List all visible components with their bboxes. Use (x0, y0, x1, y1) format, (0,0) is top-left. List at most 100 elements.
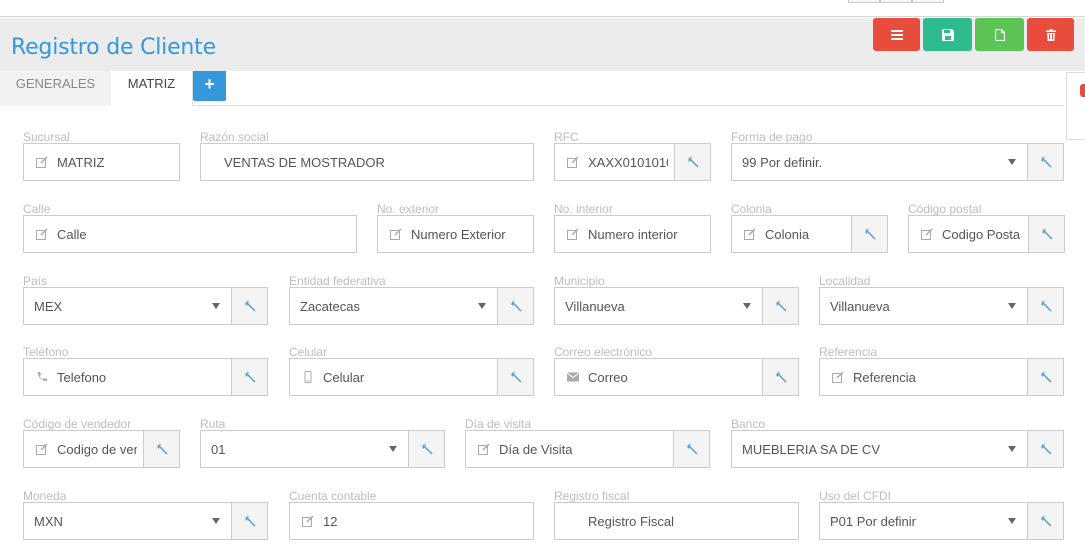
dia-visita-value: Día de Visita (499, 441, 573, 457)
uso-cfdi-select[interactable]: P01 Por definir (819, 502, 1028, 540)
dia-visita-wand-button[interactable] (673, 430, 710, 468)
referencia-input[interactable]: Referencia (819, 358, 1028, 396)
uso-cfdi-value: P01 Por definir (830, 513, 916, 529)
telefono-wand-button[interactable] (231, 358, 268, 396)
field-label: Calle (23, 202, 51, 216)
razon-social-input[interactable]: VENTAS DE MOSTRADOR (200, 143, 534, 181)
moneda-select[interactable]: MXN (23, 502, 232, 540)
registro-fiscal-value: Registro Fiscal (588, 513, 674, 529)
forma-pago-select[interactable]: 99 Por definir. (731, 143, 1028, 181)
telefono-input[interactable]: Telefono (23, 358, 232, 396)
codigo-vendedor-wand-button[interactable] (143, 430, 180, 468)
celular-wand-button[interactable] (497, 358, 534, 396)
forma-pago-wand-button[interactable] (1027, 143, 1064, 181)
field-label: Sucursal (23, 130, 70, 144)
magic-wand-icon (510, 371, 522, 383)
page-title: Registro de Cliente (11, 35, 216, 60)
field-label: Entidad federativa (289, 274, 386, 288)
magic-wand-icon (244, 300, 256, 312)
edit-icon (478, 443, 490, 455)
mobile-icon (302, 371, 314, 383)
colonia-input[interactable]: Colonia (731, 215, 852, 253)
rfc-wand-button[interactable] (674, 143, 711, 181)
municipio-value: Villanueva (565, 298, 625, 314)
entidad-select[interactable]: Zacatecas (289, 287, 498, 325)
pais-value: MEX (34, 298, 63, 314)
magic-wand-icon (1040, 371, 1052, 383)
celular-input[interactable]: Celular (289, 358, 498, 396)
colonia-wand-button[interactable] (851, 215, 888, 253)
tab-matriz[interactable]: MATRIZ (111, 71, 193, 106)
phone-icon (36, 371, 48, 383)
correo-wand-button[interactable] (762, 358, 799, 396)
magic-wand-icon (1040, 515, 1052, 527)
tab-generales[interactable]: GENERALES (0, 71, 111, 106)
localidad-value: Villanueva (830, 298, 890, 314)
ruta-select[interactable]: 01 (200, 430, 409, 468)
magic-wand-icon (421, 443, 433, 455)
cuenta-contable-input[interactable]: 12 (289, 502, 534, 540)
municipio-wand-button[interactable] (762, 287, 799, 325)
field-label: Celular (289, 345, 328, 359)
top-mini-tab[interactable] (848, 0, 880, 3)
field-label: Forma de pago (731, 130, 813, 144)
localidad-wand-button[interactable] (1027, 287, 1064, 325)
no-interior-input[interactable]: Numero interior (554, 215, 711, 253)
magic-wand-icon (1041, 228, 1053, 240)
localidad-select[interactable]: Villanueva (819, 287, 1028, 325)
codigo-postal-input[interactable]: Codigo Postal (908, 215, 1029, 253)
sucursal-input[interactable]: MATRIZ (23, 143, 180, 181)
field-label: Código de vendedor (23, 417, 132, 431)
list-button[interactable] (873, 18, 920, 51)
magic-wand-icon (686, 443, 698, 455)
moneda-wand-button[interactable] (231, 502, 268, 540)
caret-down-icon (1008, 159, 1016, 165)
uso-cfdi-wand-button[interactable] (1027, 502, 1064, 540)
field-label: Uso del CFDI (819, 489, 892, 503)
pais-select[interactable]: MEX (23, 287, 232, 325)
new-document-button[interactable] (975, 18, 1024, 51)
registro-fiscal-input[interactable]: Registro Fiscal (554, 502, 799, 540)
ruta-wand-button[interactable] (408, 430, 445, 468)
entidad-wand-button[interactable] (497, 287, 534, 325)
tab-bar: GENERALES MATRIZ + (0, 71, 1064, 106)
caret-down-icon (1008, 446, 1016, 452)
edit-icon (36, 156, 48, 168)
field-label: Día de visita (465, 417, 532, 431)
floppy-icon (941, 28, 954, 41)
calle-value: Calle (57, 226, 87, 242)
dia-visita-input[interactable]: Día de Visita (465, 430, 674, 468)
pais-wand-button[interactable] (231, 287, 268, 325)
magic-wand-icon (156, 443, 168, 455)
field-label: No. interior (554, 202, 613, 216)
save-button[interactable] (923, 18, 972, 51)
referencia-wand-button[interactable] (1027, 358, 1064, 396)
field-label: Registro fiscal (554, 489, 630, 503)
correo-input[interactable]: Correo (554, 358, 763, 396)
add-tab-button[interactable]: + (193, 71, 226, 101)
magic-wand-icon (1040, 300, 1052, 312)
magic-wand-icon (510, 300, 522, 312)
entidad-value: Zacatecas (300, 298, 360, 314)
calle-input[interactable]: Calle (23, 215, 357, 253)
codigo-postal-wand-button[interactable] (1028, 215, 1065, 253)
magic-wand-icon (864, 228, 876, 240)
rfc-value: XAXX010101000 (588, 154, 668, 170)
side-panel-toggle[interactable] (1066, 72, 1085, 140)
celular-value: Celular (323, 369, 365, 385)
municipio-select[interactable]: Villanueva (554, 287, 763, 325)
banco-wand-button[interactable] (1027, 430, 1064, 468)
top-mini-tab[interactable] (880, 0, 912, 3)
edit-icon (567, 156, 579, 168)
field-label: Banco (731, 417, 766, 431)
delete-button[interactable] (1027, 18, 1074, 51)
top-mini-tab[interactable] (912, 0, 944, 3)
banco-select[interactable]: MUEBLERIA SA DE CV (731, 430, 1028, 468)
field-label: Moneda (23, 489, 67, 503)
codigo-vendedor-input[interactable]: Codigo de vendedor (23, 430, 144, 468)
telefono-value: Telefono (57, 369, 107, 385)
no-exterior-input[interactable]: Numero Exterior (377, 215, 534, 253)
field-label: Código postal (908, 202, 982, 216)
rfc-input[interactable]: XAXX010101000 (554, 143, 675, 181)
magic-wand-icon (1040, 443, 1052, 455)
